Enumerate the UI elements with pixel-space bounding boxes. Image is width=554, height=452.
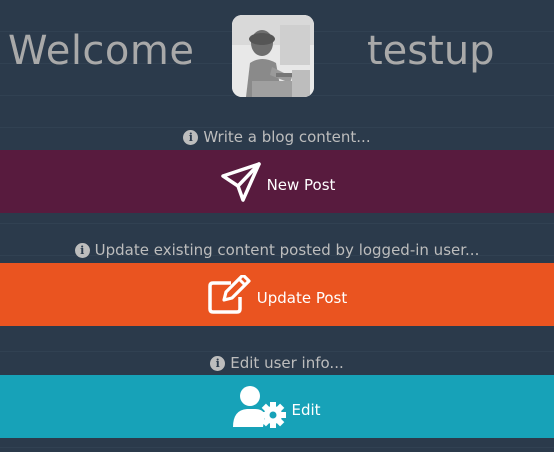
- update-post-button[interactable]: Update Post: [0, 263, 554, 326]
- info-icon: i: [210, 356, 226, 371]
- new-post-hint: i Write a blog content...: [0, 128, 554, 146]
- new-post-label: New Post: [266, 175, 336, 194]
- paper-plane-icon: [219, 161, 263, 202]
- update-post-hint-text: Update existing content posted by logged…: [94, 241, 480, 259]
- user-cog-icon: [233, 385, 287, 429]
- info-icon: i: [183, 130, 199, 145]
- edit-user-button[interactable]: Edit: [0, 375, 554, 438]
- avatar: [232, 15, 314, 97]
- edit-user-hint-text: Edit user info...: [230, 354, 344, 372]
- update-post-label: Update Post: [256, 288, 348, 307]
- welcome-text: Welcome: [8, 28, 195, 74]
- avatar-image: [232, 15, 314, 97]
- username-text: testup: [367, 28, 495, 74]
- new-post-hint-text: Write a blog content...: [203, 128, 371, 146]
- edit-user-hint: i Edit user info...: [0, 354, 554, 372]
- new-post-button[interactable]: New Post: [0, 150, 554, 213]
- info-icon: i: [74, 243, 90, 258]
- edit-user-label: Edit: [291, 400, 321, 419]
- edit-icon: [207, 274, 253, 315]
- header: Welcome testup: [0, 0, 554, 110]
- update-post-hint: i Update existing content posted by logge…: [0, 241, 554, 259]
